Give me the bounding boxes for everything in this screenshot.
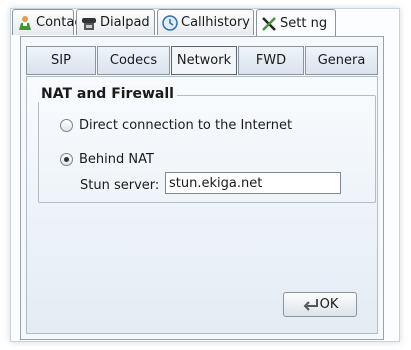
ok-button-label: OK (319, 297, 339, 312)
stun-server-label: Stun server: (80, 178, 160, 193)
tab-network-label: Network (176, 53, 232, 68)
contact-icon (17, 15, 33, 31)
settings-icon (261, 16, 277, 32)
phone-icon (81, 15, 97, 31)
radio-direct-connection[interactable]: Direct connection to the Internet (60, 118, 292, 133)
tab-general-label: Genera (317, 53, 366, 68)
tab-dialpad-label: Dialpad (100, 15, 150, 30)
tab-codecs[interactable]: Codecs (97, 46, 170, 75)
tab-settings-label: Sett ng (280, 16, 328, 31)
radio-behind-label: Behind NAT (79, 152, 154, 167)
tab-fwd-label: FWD (255, 53, 287, 68)
nat-firewall-title: NAT and Firewall (38, 86, 177, 102)
stun-server-input[interactable] (165, 172, 341, 194)
ok-button[interactable]: OK (283, 292, 357, 317)
tab-callhistory-label: Callhistory (181, 15, 250, 30)
radio-direct-label: Direct connection to the Internet (79, 118, 293, 133)
tab-dialpad[interactable]: Dialpad (76, 9, 155, 35)
radio-behind-indicator[interactable] (60, 153, 73, 166)
tab-sip[interactable]: SIP (26, 46, 96, 75)
tab-callhistory[interactable]: Callhistory (157, 9, 254, 35)
callhistory-icon (162, 14, 178, 31)
tab-settings[interactable]: Sett ng (256, 9, 336, 37)
tab-codecs-label: Codecs (109, 53, 158, 68)
enter-arrow-icon (302, 297, 318, 313)
tab-contact[interactable]: Contact (12, 9, 87, 35)
radio-selected-dot (64, 157, 69, 162)
tab-sip-label: SIP (51, 53, 71, 68)
radio-direct-indicator[interactable] (60, 119, 73, 132)
radio-behind-nat[interactable]: Behind NAT (60, 152, 154, 167)
tab-general[interactable]: Genera (305, 46, 378, 75)
tab-fwd[interactable]: FWD (238, 46, 304, 75)
tab-network[interactable]: Network (171, 46, 237, 75)
